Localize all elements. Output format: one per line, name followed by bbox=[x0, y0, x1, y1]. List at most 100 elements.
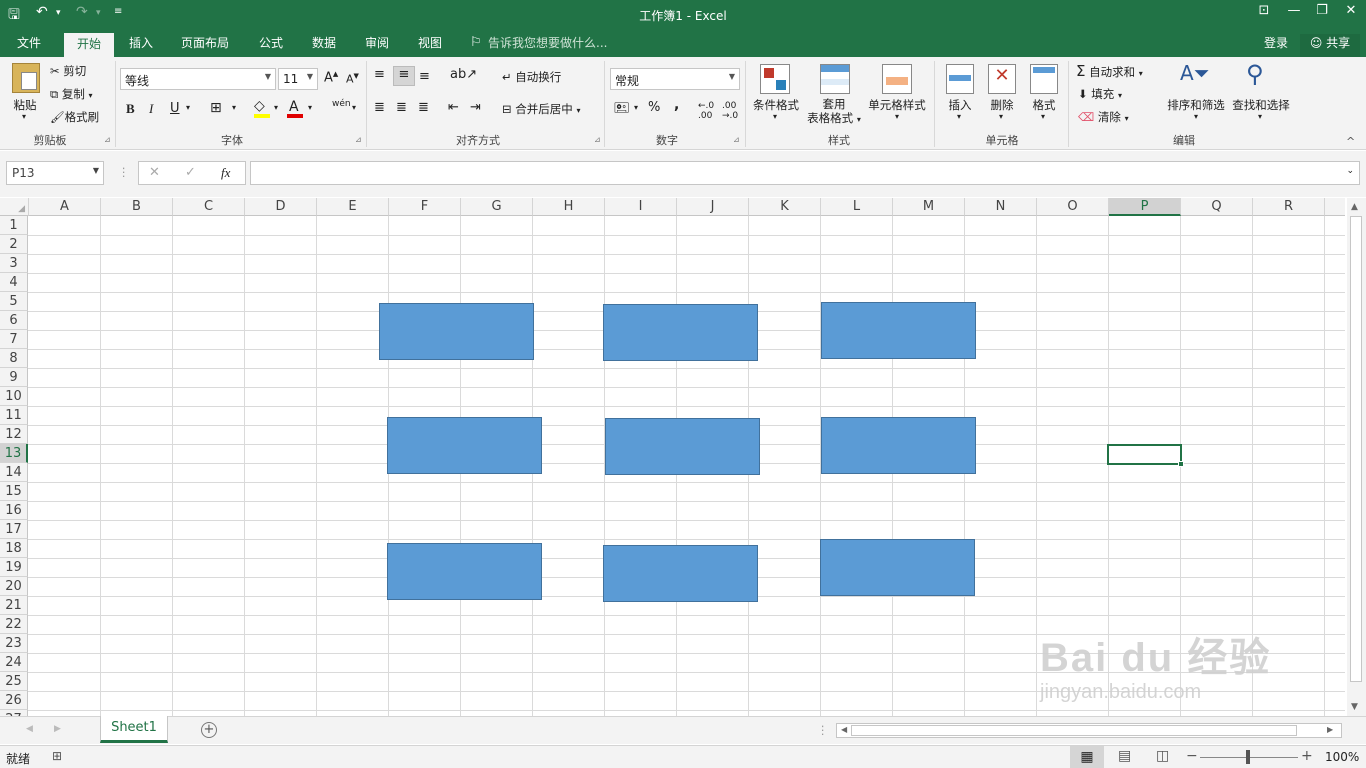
row-header[interactable]: 15 bbox=[0, 482, 28, 501]
share-button[interactable]: ☺ 共享 bbox=[1300, 34, 1360, 57]
format-dropdown-icon[interactable]: ▾ bbox=[1041, 112, 1045, 121]
tab-data[interactable]: 数据 bbox=[303, 34, 345, 57]
row-header[interactable]: 16 bbox=[0, 501, 28, 520]
format-cells-button[interactable]: 格式 bbox=[1026, 97, 1062, 113]
row-header[interactable]: 14 bbox=[0, 463, 28, 482]
column-header[interactable] bbox=[1325, 198, 1345, 216]
sort-filter-icon[interactable]: A⏷ bbox=[1180, 61, 1210, 85]
column-header[interactable]: C bbox=[173, 198, 245, 216]
row-header[interactable]: 12 bbox=[0, 425, 28, 444]
normal-view-icon[interactable]: ▦ bbox=[1070, 746, 1104, 768]
insert-function-button[interactable]: fx bbox=[221, 165, 230, 181]
sign-in-link[interactable]: 登录 bbox=[1262, 34, 1290, 57]
row-header[interactable]: 9 bbox=[0, 368, 28, 387]
vertical-scrollbar[interactable]: ▲ ▼ bbox=[1347, 198, 1366, 716]
row-header[interactable]: 6 bbox=[0, 311, 28, 330]
accounting-format-icon[interactable]: 🖭 bbox=[614, 99, 629, 121]
fill-color-icon[interactable]: ◇ bbox=[254, 98, 265, 114]
font-size-combo[interactable]: 11 ▼ bbox=[278, 68, 318, 90]
row-header[interactable]: 21 bbox=[0, 596, 28, 615]
row-header[interactable]: 11 bbox=[0, 406, 28, 425]
zoom-out-icon[interactable]: − bbox=[1186, 748, 1198, 764]
row-header[interactable]: 22 bbox=[0, 615, 28, 634]
column-header[interactable]: G bbox=[461, 198, 533, 216]
minimize-icon[interactable]: — bbox=[1280, 3, 1308, 18]
row-header[interactable]: 18 bbox=[0, 539, 28, 558]
find-select-button[interactable]: 查找和选择 bbox=[1230, 97, 1292, 113]
copy-button[interactable]: ⧉ 复制 ▾ bbox=[50, 86, 93, 102]
cut-button[interactable]: ✂ 剪切 bbox=[50, 63, 86, 79]
alignment-launcher-icon[interactable]: ⊿ bbox=[594, 135, 601, 144]
fill-button[interactable]: ⬇ 填充 ▾ bbox=[1078, 86, 1122, 102]
tab-page-layout[interactable]: 页面布局 bbox=[174, 34, 236, 57]
row-header[interactable]: 10 bbox=[0, 387, 28, 406]
row-header[interactable]: 4 bbox=[0, 273, 28, 292]
merge-center-button[interactable]: ⊟ 合并后居中 ▾ bbox=[502, 101, 580, 117]
orientation-icon[interactable]: ab↗ bbox=[450, 67, 477, 82]
select-all-corner[interactable]: ◢ bbox=[0, 198, 29, 216]
column-header[interactable]: N bbox=[965, 198, 1037, 216]
rectangle-shape[interactable] bbox=[821, 417, 976, 474]
increase-indent-icon[interactable]: ⇥ bbox=[470, 100, 481, 115]
tab-view[interactable]: 视图 bbox=[409, 34, 451, 57]
column-header[interactable]: B bbox=[101, 198, 173, 216]
conditional-formatting-button[interactable]: 条件格式 bbox=[748, 97, 804, 113]
format-as-table-button[interactable]: 套用 表格格式 ▾ bbox=[806, 97, 862, 127]
delete-cells-icon[interactable]: ✕ bbox=[988, 64, 1016, 94]
restore-icon[interactable]: ❐ bbox=[1308, 3, 1336, 18]
delete-dropdown-icon[interactable]: ▾ bbox=[999, 112, 1003, 121]
close-icon[interactable]: ✕ bbox=[1337, 3, 1365, 18]
column-header[interactable]: A bbox=[29, 198, 101, 216]
row-header[interactable]: 19 bbox=[0, 558, 28, 577]
sort-filter-dropdown-icon[interactable]: ▾ bbox=[1194, 112, 1198, 121]
row-header[interactable]: 20 bbox=[0, 577, 28, 596]
shrink-font-button[interactable]: A▼ bbox=[346, 72, 359, 86]
underline-button[interactable]: U bbox=[170, 101, 180, 116]
find-search-icon[interactable]: ⚲ bbox=[1246, 60, 1264, 88]
fill-dropdown-icon[interactable]: ▾ bbox=[1118, 91, 1122, 100]
page-break-view-icon[interactable]: ◫ bbox=[1156, 748, 1169, 764]
sort-filter-button[interactable]: 排序和筛选 bbox=[1164, 97, 1228, 113]
column-header[interactable]: I bbox=[605, 198, 677, 216]
comma-style-button[interactable]: , bbox=[674, 97, 679, 113]
row-header-selected[interactable]: 13 bbox=[0, 444, 28, 463]
tab-insert[interactable]: 插入 bbox=[120, 34, 162, 57]
enter-check-icon[interactable]: ✓ bbox=[185, 165, 196, 180]
cell-styles-icon[interactable] bbox=[882, 64, 912, 94]
align-right-icon[interactable]: ≣ bbox=[418, 100, 429, 115]
autosum-button[interactable]: Σ 自动求和 ▾ bbox=[1076, 62, 1143, 80]
row-header[interactable]: 25 bbox=[0, 672, 28, 691]
clipboard-launcher-icon[interactable]: ⊿ bbox=[104, 135, 111, 144]
row-header[interactable]: 17 bbox=[0, 520, 28, 539]
rectangle-shape[interactable] bbox=[603, 545, 758, 602]
align-top-icon[interactable]: ≡ bbox=[374, 67, 385, 82]
rectangle-shape[interactable] bbox=[387, 417, 542, 474]
column-header[interactable]: M bbox=[893, 198, 965, 216]
bold-button[interactable]: B bbox=[126, 101, 135, 117]
italic-button[interactable]: I bbox=[149, 101, 153, 117]
row-header[interactable]: 26 bbox=[0, 691, 28, 710]
new-sheet-plus-icon[interactable]: + bbox=[201, 722, 217, 738]
column-header[interactable]: E bbox=[317, 198, 389, 216]
decrease-decimal-icon[interactable]: .00 →.0 bbox=[722, 101, 738, 121]
phonetic-dropdown-icon[interactable]: ▾ bbox=[352, 103, 356, 112]
splitter-grip-icon[interactable]: ⋮ bbox=[817, 723, 829, 737]
column-header[interactable]: K bbox=[749, 198, 821, 216]
row-header[interactable]: 7 bbox=[0, 330, 28, 349]
paste-dropdown-icon[interactable]: ▾ bbox=[22, 112, 26, 121]
grow-font-button[interactable]: A▲ bbox=[324, 70, 338, 85]
rectangle-shape[interactable] bbox=[387, 543, 542, 600]
tab-review[interactable]: 审阅 bbox=[356, 34, 398, 57]
rectangle-shape[interactable] bbox=[820, 539, 975, 596]
scroll-sheets-left-icon[interactable]: ◀ bbox=[26, 724, 33, 734]
ribbon-display-options-icon[interactable]: ⊡ bbox=[1250, 3, 1278, 18]
macro-record-icon[interactable]: ⊞ bbox=[52, 749, 62, 763]
align-bottom-icon[interactable]: ≡ bbox=[419, 69, 430, 84]
row-header[interactable]: 2 bbox=[0, 235, 28, 254]
rectangle-shape[interactable] bbox=[379, 303, 534, 360]
expand-formula-icon[interactable]: ⌄ bbox=[1346, 166, 1354, 176]
clear-dropdown-icon[interactable]: ▾ bbox=[1125, 114, 1129, 123]
border-icon[interactable]: ⊞ bbox=[210, 100, 222, 116]
column-header[interactable]: R bbox=[1253, 198, 1325, 216]
horizontal-scrollbar-thumb[interactable] bbox=[851, 725, 1297, 736]
